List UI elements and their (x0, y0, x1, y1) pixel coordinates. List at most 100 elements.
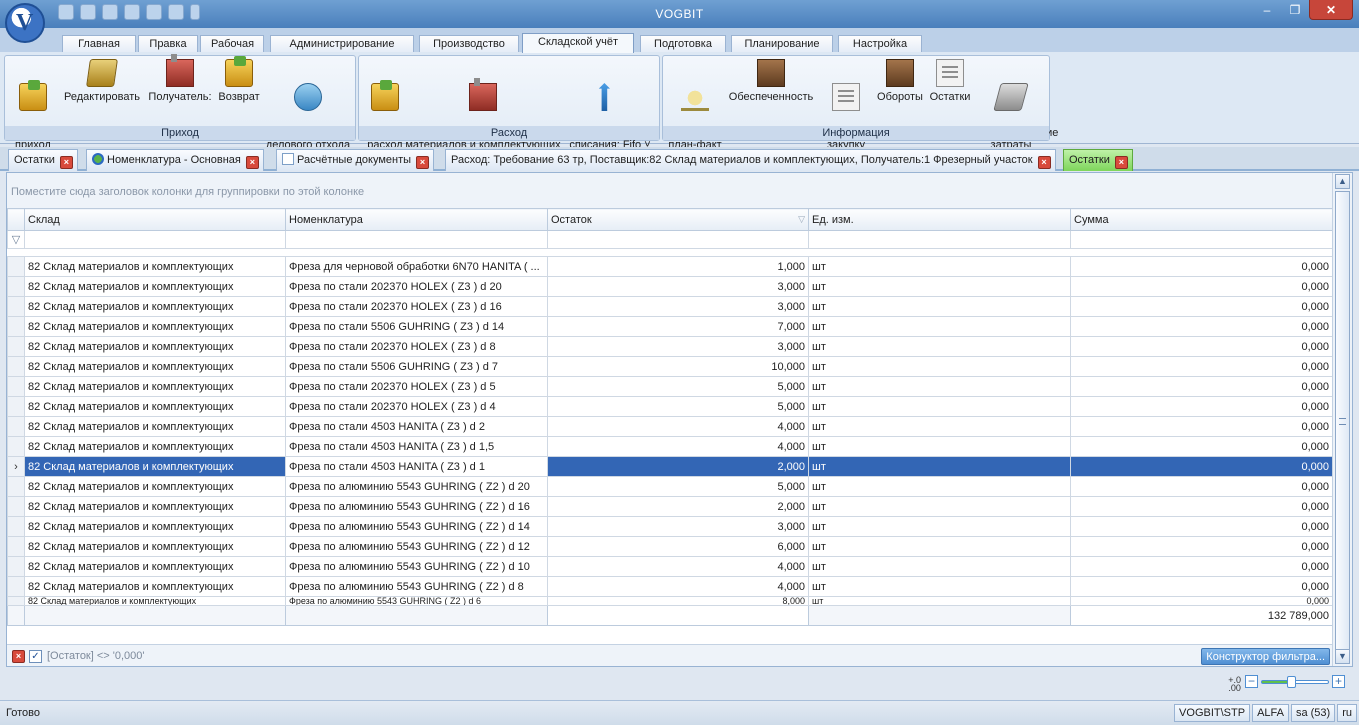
row-indicator[interactable] (7, 296, 25, 317)
zoom-track[interactable] (1261, 676, 1329, 688)
cell-nomenclature[interactable]: Фреза по алюминию 5543 GUHRING ( Z2 ) d … (285, 596, 548, 606)
table-row[interactable]: 82 Склад материалов и комплектующих Фреза… (7, 416, 1333, 437)
row-indicator[interactable] (7, 496, 25, 517)
row-indicator[interactable] (7, 276, 25, 297)
table-row[interactable]: 82 Склад материалов и комплектующих Фреза… (7, 296, 1333, 317)
scroll-thumb[interactable] (1335, 191, 1350, 651)
filter-funnel-icon[interactable]: ▽ (798, 214, 805, 225)
cell-nomenclature[interactable]: Фреза по алюминию 5543 GUHRING ( Z2 ) d … (285, 556, 548, 577)
row-indicator[interactable] (7, 476, 25, 497)
cell-sum[interactable]: 0,000 (1070, 576, 1333, 597)
filter-enable-checkbox[interactable]: ✓ (29, 650, 42, 663)
tab-planning[interactable]: Планирование (731, 35, 833, 52)
cell-unit[interactable]: шт (808, 256, 1071, 277)
table-row[interactable]: 82 Склад материалов и комплектующих Фреза… (7, 336, 1333, 357)
doc-tab-settlement-docs[interactable]: Расчётные документы × (276, 149, 435, 171)
cell-balance[interactable]: 4,000 (547, 576, 809, 597)
cell-unit[interactable]: шт (808, 556, 1071, 577)
zoom-slider[interactable]: − + (1245, 674, 1345, 690)
cell-warehouse[interactable]: 82 Склад материалов и комплектующих (24, 276, 286, 297)
cell-balance[interactable]: 1,000 (547, 256, 809, 277)
cell-warehouse[interactable]: 82 Склад материалов и комплектующих (24, 336, 286, 357)
cell-unit[interactable]: шт (808, 296, 1071, 317)
doc-tab-balances-1[interactable]: Остатки × (8, 149, 78, 171)
edit-button[interactable]: Редактировать (59, 59, 145, 103)
cell-nomenclature[interactable]: Фреза по стали 202370 HOLEX ( Z3 ) d 16 (285, 296, 548, 317)
table-row[interactable]: 82 Склад материалов и комплектующих Фреза… (7, 576, 1333, 597)
close-tab-icon[interactable]: × (1114, 156, 1128, 169)
cell-unit[interactable]: шт (808, 316, 1071, 337)
filter-nomenclature-input[interactable] (285, 230, 548, 249)
tab-settings[interactable]: Настройка (838, 35, 922, 52)
close-tab-icon[interactable]: × (59, 156, 73, 169)
row-indicator[interactable] (7, 336, 25, 357)
cell-warehouse[interactable]: 82 Склад материалов и комплектующих (24, 476, 286, 497)
cell-nomenclature[interactable]: Фреза по стали 4503 HANITA ( Z3 ) d 1,5 (285, 436, 548, 457)
cell-sum[interactable]: 0,000 (1070, 316, 1333, 337)
cell-unit[interactable]: шт (808, 336, 1071, 357)
cell-warehouse[interactable]: 82 Склад материалов и комплектующих (24, 436, 286, 457)
table-row[interactable]: 82 Склад материалов и комплектующих Фреза… (7, 596, 1333, 606)
row-indicator[interactable] (7, 256, 25, 277)
return-button[interactable]: Возврат (215, 56, 263, 103)
cell-balance[interactable]: 8,000 (547, 596, 809, 606)
cell-nomenclature[interactable]: Фреза для черновой обработки 6N70 HANITA… (285, 256, 548, 277)
cell-balance[interactable]: 3,000 (547, 516, 809, 537)
cell-nomenclature[interactable]: Фреза по алюминию 5543 GUHRING ( Z2 ) d … (285, 536, 548, 557)
column-header-unit[interactable]: Ед. изм. (808, 208, 1071, 231)
cell-warehouse[interactable]: 82 Склад материалов и комплектующих (24, 356, 286, 377)
cell-sum[interactable]: 0,000 (1070, 456, 1333, 477)
table-row[interactable]: 82 Склад материалов и комплектующих Фреза… (7, 516, 1333, 537)
table-row[interactable]: 82 Склад материалов и комплектующих Фреза… (7, 556, 1333, 577)
column-header-nomenclature[interactable]: Номенклатура (285, 208, 548, 231)
row-indicator[interactable]: › (7, 456, 25, 477)
doc-tab-nomenclature[interactable]: Номенклатура - Основная × (86, 149, 264, 171)
cell-unit[interactable]: шт (808, 396, 1071, 417)
row-indicator[interactable] (7, 576, 25, 597)
cell-sum[interactable]: 0,000 (1070, 496, 1333, 517)
close-tab-icon[interactable]: × (416, 156, 430, 169)
cell-warehouse[interactable]: 82 Склад материалов и комплектующих (24, 416, 286, 437)
cell-unit[interactable]: шт (808, 416, 1071, 437)
cell-nomenclature[interactable]: Фреза по алюминию 5543 GUHRING ( Z2 ) d … (285, 516, 548, 537)
cell-nomenclature[interactable]: Фреза по алюминию 5543 GUHRING ( Z2 ) d … (285, 496, 548, 517)
filter-warehouse-input[interactable] (24, 230, 286, 249)
cell-nomenclature[interactable]: Фреза по алюминию 5543 GUHRING ( Z2 ) d … (285, 576, 548, 597)
filter-balance-input[interactable] (547, 230, 809, 249)
cell-balance[interactable]: 4,000 (547, 416, 809, 437)
cell-sum[interactable]: 0,000 (1070, 516, 1333, 537)
filter-sum-input[interactable] (1070, 230, 1333, 249)
cell-sum[interactable]: 0,000 (1070, 336, 1333, 357)
tab-production[interactable]: Производство (419, 35, 519, 52)
cell-warehouse[interactable]: 82 Склад материалов и комплектующих (24, 516, 286, 537)
filter-expression[interactable]: [Остаток] <> '0,000' (47, 650, 145, 662)
cell-sum[interactable]: 0,000 (1070, 296, 1333, 317)
scroll-up-icon[interactable]: ▲ (1335, 174, 1350, 189)
cell-nomenclature[interactable]: Фреза по стали 4503 HANITA ( Z3 ) d 1 (285, 456, 548, 477)
cell-warehouse[interactable]: 82 Склад материалов и комплектующих (24, 456, 286, 477)
cell-balance[interactable]: 3,000 (547, 276, 809, 297)
table-row[interactable]: 82 Склад материалов и комплектующих Фреза… (7, 276, 1333, 297)
cell-unit[interactable]: шт (808, 276, 1071, 297)
cell-balance[interactable]: 4,000 (547, 556, 809, 577)
receiver-button[interactable]: Получатель: (145, 54, 215, 103)
table-row[interactable]: 82 Склад материалов и комплектующих Фреза… (7, 356, 1333, 377)
column-header-warehouse[interactable]: Склад (24, 208, 286, 231)
doc-tab-balances-active[interactable]: Остатки × (1063, 149, 1133, 171)
cell-warehouse[interactable]: 82 Склад материалов и комплектующих (24, 496, 286, 517)
cell-sum[interactable]: 0,000 (1070, 436, 1333, 457)
cell-unit[interactable]: шт (808, 476, 1071, 497)
cell-balance[interactable]: 5,000 (547, 376, 809, 397)
row-indicator[interactable] (7, 316, 25, 337)
vertical-scrollbar[interactable]: ▲ ▼ (1332, 173, 1352, 666)
group-by-panel[interactable]: Поместите сюда заголовок колонки для гру… (7, 173, 1332, 208)
row-indicator[interactable] (7, 516, 25, 537)
cell-sum[interactable]: 0,000 (1070, 476, 1333, 497)
cell-balance[interactable]: 7,000 (547, 316, 809, 337)
table-row[interactable]: 82 Склад материалов и комплектующих Фреза… (7, 436, 1333, 457)
table-row[interactable]: 82 Склад материалов и комплектующих Фреза… (7, 316, 1333, 337)
minimize-button[interactable]: – (1253, 0, 1281, 20)
cell-unit[interactable]: шт (808, 576, 1071, 597)
close-tab-icon[interactable]: × (245, 156, 259, 169)
cell-warehouse[interactable]: 82 Склад материалов и комплектующих (24, 556, 286, 577)
